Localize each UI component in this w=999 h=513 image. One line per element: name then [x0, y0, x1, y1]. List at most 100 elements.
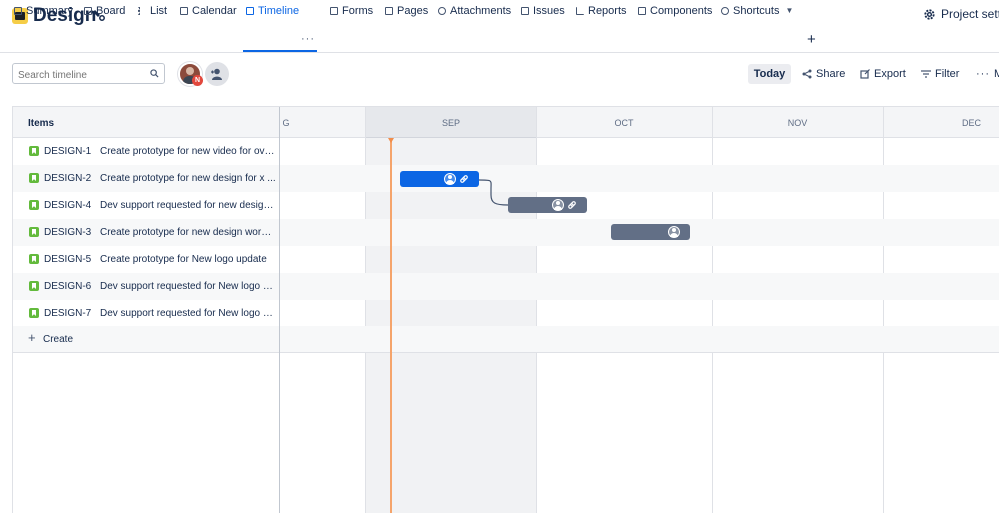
- issue-summary: Dev support requested for New logo u...: [100, 281, 276, 292]
- tab-board[interactable]: Board: [84, 3, 125, 18]
- tab-label: Calendar: [192, 4, 237, 17]
- issue-summary: Create prototype for new video for ove..…: [100, 146, 276, 157]
- filter-button[interactable]: Filter: [915, 64, 965, 84]
- tab-label: Components: [650, 4, 713, 17]
- more-label: Mo: [994, 68, 999, 80]
- create-row[interactable]: + Create: [13, 326, 999, 353]
- month-label: NOV: [787, 118, 808, 128]
- tab-attachments[interactable]: Attachments: [438, 3, 511, 18]
- project-tabs: [0, 32, 999, 53]
- dependency-connector: [479, 179, 509, 206]
- link-icon: [460, 175, 468, 183]
- story-icon: [29, 173, 39, 183]
- pages-icon: [385, 6, 393, 15]
- tab-label: Issues: [533, 4, 565, 17]
- active-tab-indicator: [243, 50, 317, 52]
- issue-key[interactable]: DESIGN-2: [44, 173, 91, 184]
- today-marker-line: [390, 138, 392, 513]
- plus-icon: +: [28, 330, 36, 345]
- assignee-icon: [668, 226, 680, 238]
- issue-key[interactable]: DESIGN-7: [44, 308, 91, 319]
- tab-label: Pages: [397, 4, 429, 17]
- add-people-button[interactable]: [205, 62, 229, 86]
- forms-icon: [330, 6, 338, 15]
- search-icon: [150, 69, 159, 78]
- table-row[interactable]: DESIGN-1 Create prototype for new video …: [13, 138, 999, 165]
- schedule-bar-design-4[interactable]: [508, 197, 587, 213]
- list-icon: [138, 6, 146, 15]
- month-label: G: [282, 118, 290, 128]
- share-button[interactable]: Share: [796, 64, 851, 84]
- issue-key[interactable]: DESIGN-6: [44, 281, 91, 292]
- tab-timeline[interactable]: Timeline: [246, 3, 299, 18]
- avatar-badge: N: [192, 75, 203, 86]
- today-button[interactable]: Today: [748, 64, 791, 84]
- story-icon: [29, 254, 39, 264]
- issue-key[interactable]: DESIGN-1: [44, 146, 91, 157]
- tab-label: Timeline: [258, 4, 300, 17]
- tab-list[interactable]: List: [138, 3, 167, 18]
- more-button[interactable]: ··· Mo: [970, 64, 999, 84]
- export-button[interactable]: Export: [854, 64, 912, 84]
- link-icon: [719, 4, 731, 17]
- issue-key[interactable]: DESIGN-3: [44, 227, 91, 238]
- tab-label: Shortcuts: [733, 4, 780, 17]
- schedule-bar-design-2[interactable]: [400, 171, 479, 187]
- project-settings-button[interactable]: Project settin: [923, 7, 999, 21]
- share-label: Share: [816, 68, 846, 80]
- more-icon: ···: [976, 68, 990, 80]
- month-label: OCT: [614, 118, 634, 128]
- today-marker-icon: [388, 138, 394, 143]
- tab-pages[interactable]: Pages: [385, 3, 428, 18]
- story-icon: [29, 146, 39, 156]
- tab-label: Reports: [588, 4, 627, 17]
- month-label: SEP: [441, 118, 460, 128]
- tab-summary[interactable]: Summary: [14, 3, 73, 18]
- project-settings-label: Project settin: [941, 7, 999, 21]
- summary-icon: [14, 6, 22, 15]
- filter-icon: [921, 70, 931, 78]
- timeline-icon: [246, 6, 254, 15]
- tab-label: Forms: [342, 4, 374, 17]
- search-input[interactable]: [12, 63, 165, 84]
- story-icon: [29, 227, 39, 237]
- list-panel-divider[interactable]: [279, 107, 280, 513]
- gear-icon: [924, 8, 935, 20]
- tab-components[interactable]: Components: [638, 3, 712, 18]
- schedule-bar-design-3[interactable]: [611, 224, 690, 240]
- export-label: Export: [874, 68, 906, 80]
- tab-issues[interactable]: Issues: [521, 3, 565, 18]
- story-icon: [29, 281, 39, 291]
- issues-icon: [521, 6, 529, 15]
- tab-calendar[interactable]: Calendar: [180, 3, 237, 18]
- tab-label: Summary: [26, 4, 74, 17]
- table-row[interactable]: DESIGN-7 Dev support requested for New l…: [13, 300, 999, 327]
- table-row[interactable]: DESIGN-5 Create prototype for New logo u…: [13, 246, 999, 273]
- tab-shortcuts[interactable]: Shortcuts ▼: [719, 3, 793, 18]
- attachment-icon: [438, 6, 446, 15]
- board-icon: [84, 6, 92, 15]
- issue-key[interactable]: DESIGN-5: [44, 254, 91, 265]
- export-icon: [860, 69, 870, 79]
- table-row[interactable]: DESIGN-3 Create prototype for new design…: [13, 219, 999, 246]
- link-icon: [568, 201, 576, 209]
- table-row[interactable]: DESIGN-6 Dev support requested for New l…: [13, 273, 999, 300]
- assignee-icon: [444, 173, 456, 185]
- issue-summary: Create prototype for new design for x ..…: [100, 173, 276, 184]
- tab-reports[interactable]: Reports: [576, 3, 627, 18]
- add-tab-button[interactable]: +: [807, 31, 816, 48]
- issue-key[interactable]: DESIGN-4: [44, 200, 91, 211]
- tab-label: Board: [96, 4, 126, 17]
- components-icon: [638, 6, 646, 15]
- timeline-grid: Items G SEP OCT NOV DEC DESIGN-1 Create …: [12, 106, 999, 513]
- create-label: Create: [43, 334, 74, 345]
- filter-label: Filter: [935, 68, 960, 80]
- calendar-icon: [180, 6, 188, 15]
- tab-more-icon[interactable]: ···: [301, 33, 315, 45]
- story-icon: [29, 200, 39, 210]
- issue-summary: Dev support requested for New logo u...: [100, 308, 276, 319]
- items-column-header: Items: [28, 118, 55, 129]
- tab-forms[interactable]: Forms: [330, 3, 373, 18]
- assignee-icon: [552, 199, 564, 211]
- issue-summary: Dev support requested for new design...: [100, 200, 276, 211]
